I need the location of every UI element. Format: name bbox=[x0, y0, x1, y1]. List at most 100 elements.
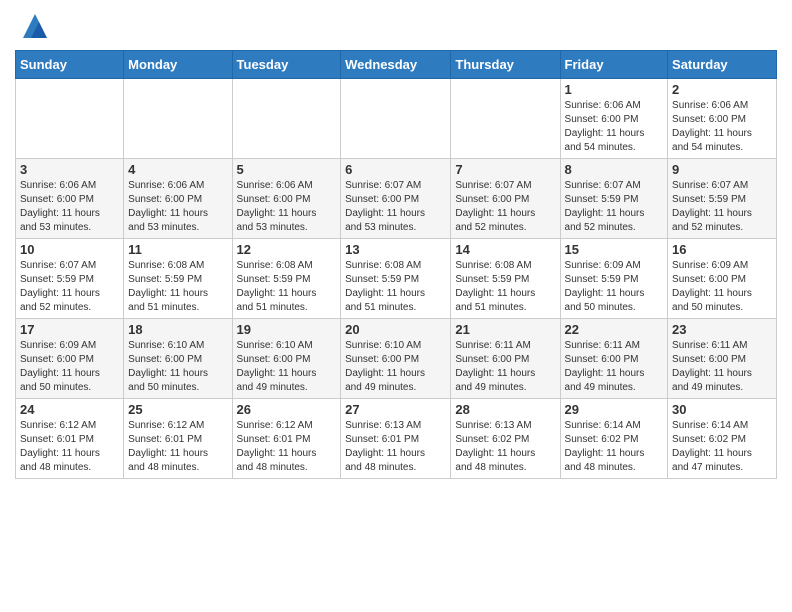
weekday-header-saturday: Saturday bbox=[668, 51, 777, 79]
day-cell: 22 Sunrise: 6:11 AM Sunset: 6:00 PM Dayli… bbox=[560, 319, 668, 399]
day-number: 20 bbox=[345, 322, 446, 337]
day-cell: 23Sunrise: 6:11 AM Sunset: 6:00 PM Dayli… bbox=[668, 319, 777, 399]
day-cell: 11 Sunrise: 6:08 AM Sunset: 5:59 PM Dayli… bbox=[124, 239, 232, 319]
day-cell: 6 Sunrise: 6:07 AM Sunset: 6:00 PM Daylig… bbox=[341, 159, 451, 239]
day-info: Sunrise: 6:12 AM Sunset: 6:01 PM Dayligh… bbox=[20, 419, 119, 475]
day-cell: 2 Sunrise: 6:06 AM Sunset: 6:00 PM Daylig… bbox=[668, 79, 777, 159]
day-number: 7 bbox=[455, 162, 555, 177]
week-row-2: 3 Sunrise: 6:06 AM Sunset: 6:00 PM Daylig… bbox=[16, 159, 777, 239]
weekday-header-thursday: Thursday bbox=[451, 51, 560, 79]
day-cell: 9Sunrise: 6:07 AM Sunset: 5:59 PM Daylig… bbox=[668, 159, 777, 239]
week-row-3: 10 Sunrise: 6:07 AM Sunset: 5:59 PM Dayli… bbox=[16, 239, 777, 319]
day-cell: 25Sunrise: 6:12 AM Sunset: 6:01 PM Dayli… bbox=[124, 399, 232, 479]
day-number: 27 bbox=[345, 402, 446, 417]
day-number: 1 bbox=[565, 82, 664, 97]
day-cell bbox=[341, 79, 451, 159]
weekday-header-monday: Monday bbox=[124, 51, 232, 79]
day-cell: 5 Sunrise: 6:06 AM Sunset: 6:00 PM Daylig… bbox=[232, 159, 341, 239]
day-info: Sunrise: 6:09 AM Sunset: 6:00 PM Dayligh… bbox=[20, 339, 119, 395]
day-number: 24 bbox=[20, 402, 119, 417]
weekday-header-friday: Friday bbox=[560, 51, 668, 79]
day-cell: 27 Sunrise: 6:13 AM Sunset: 6:01 PM Dayli… bbox=[341, 399, 451, 479]
day-info: Sunrise: 6:11 AM Sunset: 6:00 PM Dayligh… bbox=[455, 339, 555, 395]
day-number: 23 bbox=[672, 322, 772, 337]
day-number: 2 bbox=[672, 82, 772, 97]
day-cell: 14 Sunrise: 6:08 AM Sunset: 5:59 PM Dayli… bbox=[451, 239, 560, 319]
day-info: Sunrise: 6:08 AM Sunset: 5:59 PM Dayligh… bbox=[128, 259, 227, 315]
day-cell bbox=[451, 79, 560, 159]
day-info: Sunrise: 6:12 AM Sunset: 6:01 PM Dayligh… bbox=[237, 419, 337, 475]
weekday-header-wednesday: Wednesday bbox=[341, 51, 451, 79]
day-info: Sunrise: 6:11 AM Sunset: 6:00 PM Dayligh… bbox=[565, 339, 664, 395]
day-cell: 19 Sunrise: 6:10 AM Sunset: 6:00 PM Dayli… bbox=[232, 319, 341, 399]
day-number: 19 bbox=[237, 322, 337, 337]
day-cell: 28 Sunrise: 6:13 AM Sunset: 6:02 PM Dayli… bbox=[451, 399, 560, 479]
day-number: 30 bbox=[672, 402, 772, 417]
weekday-header-sunday: Sunday bbox=[16, 51, 124, 79]
day-number: 9 bbox=[672, 162, 772, 177]
day-cell: 24 Sunrise: 6:12 AM Sunset: 6:01 PM Dayli… bbox=[16, 399, 124, 479]
logo-area bbox=[15, 10, 51, 42]
calendar-page: SundayMondayTuesdayWednesdayThursdayFrid… bbox=[0, 0, 792, 494]
day-cell: 18Sunrise: 6:10 AM Sunset: 6:00 PM Dayli… bbox=[124, 319, 232, 399]
day-number: 8 bbox=[565, 162, 664, 177]
weekday-header-tuesday: Tuesday bbox=[232, 51, 341, 79]
day-number: 14 bbox=[455, 242, 555, 257]
logo-icon bbox=[19, 10, 51, 42]
day-cell: 15 Sunrise: 6:09 AM Sunset: 5:59 PM Dayli… bbox=[560, 239, 668, 319]
day-info: Sunrise: 6:07 AM Sunset: 6:00 PM Dayligh… bbox=[345, 179, 446, 235]
day-cell: 17Sunrise: 6:09 AM Sunset: 6:00 PM Dayli… bbox=[16, 319, 124, 399]
day-info: Sunrise: 6:08 AM Sunset: 5:59 PM Dayligh… bbox=[345, 259, 446, 315]
day-number: 10 bbox=[20, 242, 119, 257]
day-cell: 7 Sunrise: 6:07 AM Sunset: 6:00 PM Daylig… bbox=[451, 159, 560, 239]
calendar-table: SundayMondayTuesdayWednesdayThursdayFrid… bbox=[15, 50, 777, 479]
day-info: Sunrise: 6:08 AM Sunset: 5:59 PM Dayligh… bbox=[237, 259, 337, 315]
day-info: Sunrise: 6:06 AM Sunset: 6:00 PM Dayligh… bbox=[672, 99, 772, 155]
day-info: Sunrise: 6:14 AM Sunset: 6:02 PM Dayligh… bbox=[565, 419, 664, 475]
day-cell: 13 Sunrise: 6:08 AM Sunset: 5:59 PM Dayli… bbox=[341, 239, 451, 319]
day-info: Sunrise: 6:06 AM Sunset: 6:00 PM Dayligh… bbox=[128, 179, 227, 235]
day-info: Sunrise: 6:10 AM Sunset: 6:00 PM Dayligh… bbox=[237, 339, 337, 395]
day-info: Sunrise: 6:10 AM Sunset: 6:00 PM Dayligh… bbox=[128, 339, 227, 395]
day-cell: 20Sunrise: 6:10 AM Sunset: 6:00 PM Dayli… bbox=[341, 319, 451, 399]
day-number: 21 bbox=[455, 322, 555, 337]
day-number: 13 bbox=[345, 242, 446, 257]
day-cell: 30 Sunrise: 6:14 AM Sunset: 6:02 PM Dayli… bbox=[668, 399, 777, 479]
day-number: 28 bbox=[455, 402, 555, 417]
day-cell: 4 Sunrise: 6:06 AM Sunset: 6:00 PM Daylig… bbox=[124, 159, 232, 239]
day-cell: 8 Sunrise: 6:07 AM Sunset: 5:59 PM Daylig… bbox=[560, 159, 668, 239]
week-row-5: 24 Sunrise: 6:12 AM Sunset: 6:01 PM Dayli… bbox=[16, 399, 777, 479]
header bbox=[15, 10, 777, 42]
day-cell bbox=[16, 79, 124, 159]
day-info: Sunrise: 6:06 AM Sunset: 6:00 PM Dayligh… bbox=[237, 179, 337, 235]
day-info: Sunrise: 6:07 AM Sunset: 5:59 PM Dayligh… bbox=[20, 259, 119, 315]
day-number: 26 bbox=[237, 402, 337, 417]
day-info: Sunrise: 6:07 AM Sunset: 5:59 PM Dayligh… bbox=[565, 179, 664, 235]
day-number: 11 bbox=[128, 242, 227, 257]
day-number: 4 bbox=[128, 162, 227, 177]
week-row-1: 1 Sunrise: 6:06 AM Sunset: 6:00 PM Daylig… bbox=[16, 79, 777, 159]
day-cell: 26 Sunrise: 6:12 AM Sunset: 6:01 PM Dayli… bbox=[232, 399, 341, 479]
day-cell: 12 Sunrise: 6:08 AM Sunset: 5:59 PM Dayli… bbox=[232, 239, 341, 319]
day-info: Sunrise: 6:13 AM Sunset: 6:01 PM Dayligh… bbox=[345, 419, 446, 475]
day-number: 5 bbox=[237, 162, 337, 177]
day-number: 22 bbox=[565, 322, 664, 337]
day-number: 29 bbox=[565, 402, 664, 417]
day-cell: 16Sunrise: 6:09 AM Sunset: 6:00 PM Dayli… bbox=[668, 239, 777, 319]
day-info: Sunrise: 6:14 AM Sunset: 6:02 PM Dayligh… bbox=[672, 419, 772, 475]
day-info: Sunrise: 6:08 AM Sunset: 5:59 PM Dayligh… bbox=[455, 259, 555, 315]
day-cell: 21 Sunrise: 6:11 AM Sunset: 6:00 PM Dayli… bbox=[451, 319, 560, 399]
day-cell: 1 Sunrise: 6:06 AM Sunset: 6:00 PM Daylig… bbox=[560, 79, 668, 159]
day-number: 12 bbox=[237, 242, 337, 257]
day-number: 15 bbox=[565, 242, 664, 257]
week-row-4: 17Sunrise: 6:09 AM Sunset: 6:00 PM Dayli… bbox=[16, 319, 777, 399]
day-info: Sunrise: 6:13 AM Sunset: 6:02 PM Dayligh… bbox=[455, 419, 555, 475]
day-info: Sunrise: 6:09 AM Sunset: 5:59 PM Dayligh… bbox=[565, 259, 664, 315]
day-info: Sunrise: 6:06 AM Sunset: 6:00 PM Dayligh… bbox=[20, 179, 119, 235]
day-info: Sunrise: 6:06 AM Sunset: 6:00 PM Dayligh… bbox=[565, 99, 664, 155]
day-cell bbox=[124, 79, 232, 159]
day-info: Sunrise: 6:07 AM Sunset: 6:00 PM Dayligh… bbox=[455, 179, 555, 235]
day-number: 16 bbox=[672, 242, 772, 257]
day-number: 3 bbox=[20, 162, 119, 177]
day-number: 6 bbox=[345, 162, 446, 177]
